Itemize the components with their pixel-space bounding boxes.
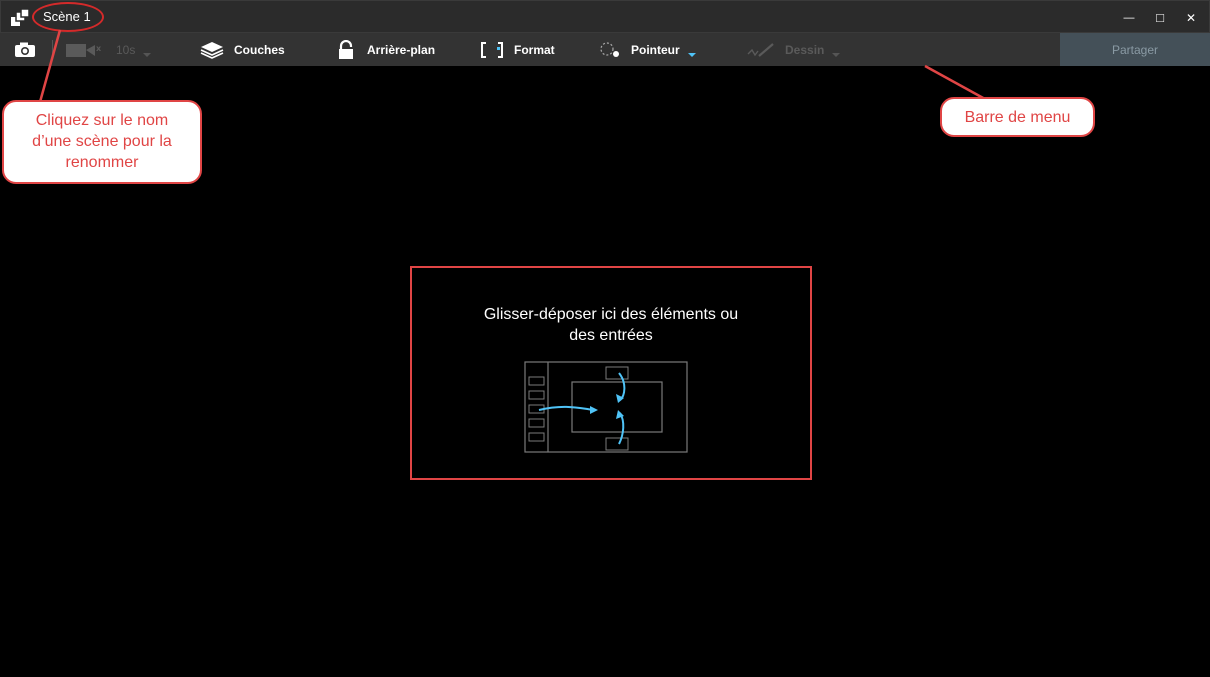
camera-icon (15, 42, 35, 57)
pointer-button[interactable]: Pointeur (599, 33, 696, 66)
close-icon: ✕ (1185, 10, 1197, 25)
maximize-button[interactable]: □ (1145, 1, 1175, 34)
menu-bar-hint-callout: Barre de menu (940, 97, 1095, 137)
menu-bar-hint-text: Barre de menu (964, 109, 1071, 126)
layers-icon (200, 41, 224, 59)
format-icon (481, 41, 503, 58)
format-label: Format (514, 42, 555, 57)
record-button[interactable]: x 10s (64, 33, 152, 66)
drop-zone[interactable]: Glisser-déposer ici des éléments ou des … (410, 266, 812, 480)
minimize-button[interactable]: — (1114, 1, 1144, 34)
draw-label: Dessin (785, 42, 825, 57)
background-label: Arrière-plan (367, 42, 436, 57)
draw-dropdown-icon[interactable] (832, 52, 841, 57)
pointer-dropdown-icon[interactable] (687, 52, 696, 57)
timer-dropdown-icon[interactable] (143, 52, 152, 57)
snapshot-button[interactable] (14, 33, 36, 66)
format-button[interactable]: Format (481, 33, 555, 66)
app-logo-icon (11, 8, 30, 26)
pointer-label: Pointeur (631, 42, 680, 57)
background-button[interactable]: Arrière-plan (338, 33, 435, 66)
drop-hint-line: des entrées (569, 327, 653, 344)
close-button[interactable]: ✕ (1176, 1, 1206, 34)
drop-hint-line: Glisser-déposer ici des éléments ou (483, 306, 739, 323)
video-camera-icon: x (66, 43, 102, 57)
layers-label: Couches (234, 42, 285, 57)
pointer-icon (600, 41, 619, 57)
share-button[interactable]: Partager (1060, 33, 1210, 66)
separator (52, 40, 53, 59)
drag-drop-illustration-icon (524, 361, 688, 453)
layers-button[interactable]: Couches (200, 33, 285, 66)
rename-hint-line: Cliquez sur le nom (35, 112, 169, 129)
rename-hint-callout: Cliquez sur le nom d’une scène pour la r… (2, 100, 202, 184)
rename-hint-line: renommer (65, 154, 139, 171)
draw-button[interactable]: Dessin (747, 33, 841, 66)
timer-label: 10s (116, 42, 136, 57)
drop-hint-text: Glisser-déposer ici des éléments ou des … (412, 304, 810, 346)
minimize-icon: — (1123, 11, 1135, 24)
rename-hint-line: d’une scène pour la (32, 133, 172, 150)
svg-text:x: x (96, 44, 102, 53)
title-bar: Scène 1 — □ ✕ (0, 0, 1210, 33)
scene-name-highlight (32, 2, 104, 32)
lock-icon (339, 39, 353, 59)
pen-icon (747, 42, 774, 57)
menu-bar: x 10s Couches Arrière-plan Format Pointe… (0, 33, 1210, 66)
maximize-icon: □ (1156, 10, 1164, 25)
